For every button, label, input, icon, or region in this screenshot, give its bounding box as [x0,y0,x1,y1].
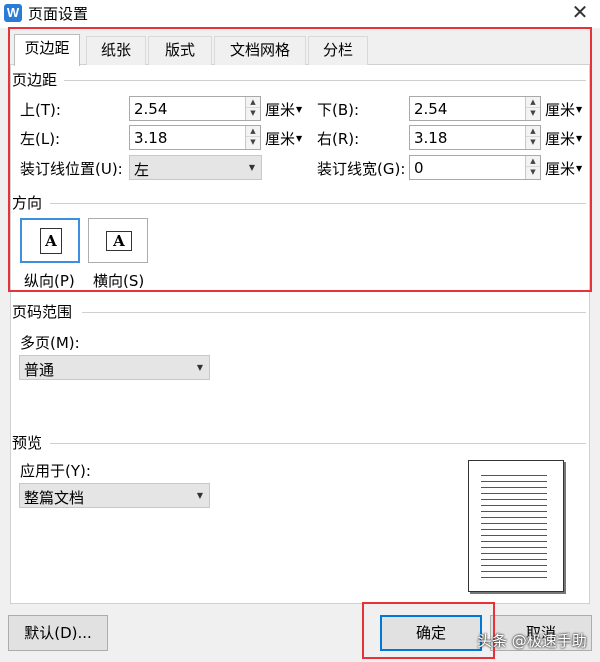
bottom-margin-input[interactable]: 2.54 ▲ ▼ [409,96,541,121]
left-margin-value[interactable]: 3.18 [134,129,167,147]
chevron-down-icon: ▼ [296,134,303,143]
dialog-title: 页面设置 [28,5,89,23]
preview-group-label: 预览 [12,432,47,453]
preview-text-line [481,535,547,536]
chevron-down-icon: ▼ [576,164,583,173]
preview-text-line [481,487,547,488]
gutter-position-label: 装订线位置(U): [20,160,123,178]
gutter-width-value[interactable]: 0 [414,159,424,177]
bottom-margin-label: 下(B): [317,101,360,119]
chevron-down-icon: ▼ [576,105,583,114]
top-margin-input[interactable]: 2.54 ▲ ▼ [129,96,261,121]
bottom-margin-spinner: ▲ ▼ [525,97,540,120]
orientation-group-divider [50,203,586,204]
portrait-page-icon: A [40,228,62,254]
tab-document-grid[interactable]: 文档网格 [214,36,306,65]
portrait-label[interactable]: 纵向(P) [24,270,75,291]
bottom-margin-unit[interactable]: 厘米▼ [545,99,582,120]
preview-text-line [481,523,547,524]
portrait-option[interactable]: A [20,218,80,263]
left-margin-spinner: ▲ ▼ [245,126,260,149]
chevron-down-icon: ▼ [296,105,303,114]
gutter-width-unit[interactable]: 厘米▼ [545,158,582,179]
preview-text-line [481,571,547,572]
preview-text-line [481,553,547,554]
spin-up-icon[interactable]: ▲ [246,126,260,137]
spin-up-icon[interactable]: ▲ [526,126,540,137]
left-margin-input[interactable]: 3.18 ▲ ▼ [129,125,261,150]
gutter-width-spinner: ▲ ▼ [525,156,540,179]
preview-group-divider [50,443,586,444]
right-margin-value[interactable]: 3.18 [414,129,447,147]
preview-text-line [481,481,547,482]
chevron-down-icon: ▼ [196,491,203,500]
close-button[interactable]: ✕ [568,2,592,24]
page-range-group-label: 页码范围 [12,301,77,322]
right-margin-input[interactable]: 3.18 ▲ ▼ [409,125,541,150]
spin-down-icon[interactable]: ▼ [246,137,260,148]
preview-text-line [481,577,547,578]
spin-up-icon[interactable]: ▲ [526,97,540,108]
preview-text-line [481,475,547,476]
gutter-width-label: 装订线宽(G): [317,160,406,178]
landscape-option[interactable]: A [88,218,148,263]
preview-text-line [481,517,547,518]
tab-columns[interactable]: 分栏 [308,36,368,65]
multiple-pages-label: 多页(M): [20,334,80,352]
bottom-margin-value[interactable]: 2.54 [414,100,447,118]
orientation-group-label: 方向 [12,192,47,213]
default-button[interactable]: 默认(D)... [8,615,108,651]
preview-text-line [481,559,547,560]
page-range-group-divider [82,312,586,313]
spin-down-icon[interactable]: ▼ [526,108,540,119]
multiple-pages-value: 普通 [24,361,55,379]
preview-text-line [481,493,547,494]
top-margin-label: 上(T): [20,101,61,119]
gutter-width-input[interactable]: 0 ▲ ▼ [409,155,541,180]
spin-down-icon[interactable]: ▼ [246,108,260,119]
gutter-position-value: 左 [134,161,150,179]
preview-text-line [481,529,547,530]
spin-down-icon[interactable]: ▼ [526,167,540,178]
apply-to-label: 应用于(Y): [20,462,91,480]
chevron-down-icon: ▼ [248,163,255,172]
landscape-page-icon: A [106,231,132,251]
left-margin-unit[interactable]: 厘米▼ [265,128,302,149]
margins-group-label: 页边距 [12,69,62,90]
watermark: 头条 @极速手助 [477,632,587,650]
chevron-down-icon: ▼ [196,363,203,372]
tab-layout[interactable]: 版式 [148,36,212,65]
preview-text-line [481,565,547,566]
right-margin-label: 右(R): [317,130,360,148]
preview-text-line [481,547,547,548]
left-margin-label: 左(L): [20,130,61,148]
preview-text-line [481,541,547,542]
apply-to-value: 整篇文档 [24,489,85,507]
top-margin-unit[interactable]: 厘米▼ [265,99,302,120]
gutter-position-select[interactable]: 左 ▼ [129,155,262,180]
margins-group-divider [64,80,586,81]
tab-paper[interactable]: 纸张 [86,36,146,65]
landscape-label[interactable]: 横向(S) [93,270,144,291]
preview-text-line [481,499,547,500]
top-margin-spinner: ▲ ▼ [245,97,260,120]
spin-up-icon[interactable]: ▲ [526,156,540,167]
top-margin-value[interactable]: 2.54 [134,100,167,118]
ok-button[interactable]: 确定 [380,615,482,651]
multiple-pages-select[interactable]: 普通 ▼ [19,355,210,380]
right-margin-unit[interactable]: 厘米▼ [545,128,582,149]
apply-to-select[interactable]: 整篇文档 ▼ [19,483,210,508]
spin-down-icon[interactable]: ▼ [526,137,540,148]
preview-text-line [481,505,547,506]
preview-text-line [481,511,547,512]
right-margin-spinner: ▲ ▼ [525,126,540,149]
chevron-down-icon: ▼ [576,134,583,143]
spin-up-icon[interactable]: ▲ [246,97,260,108]
preview-page [468,460,564,592]
tab-margins[interactable]: 页边距 [14,34,80,66]
title-bar [0,0,600,28]
wps-writer-icon: W [4,4,22,22]
